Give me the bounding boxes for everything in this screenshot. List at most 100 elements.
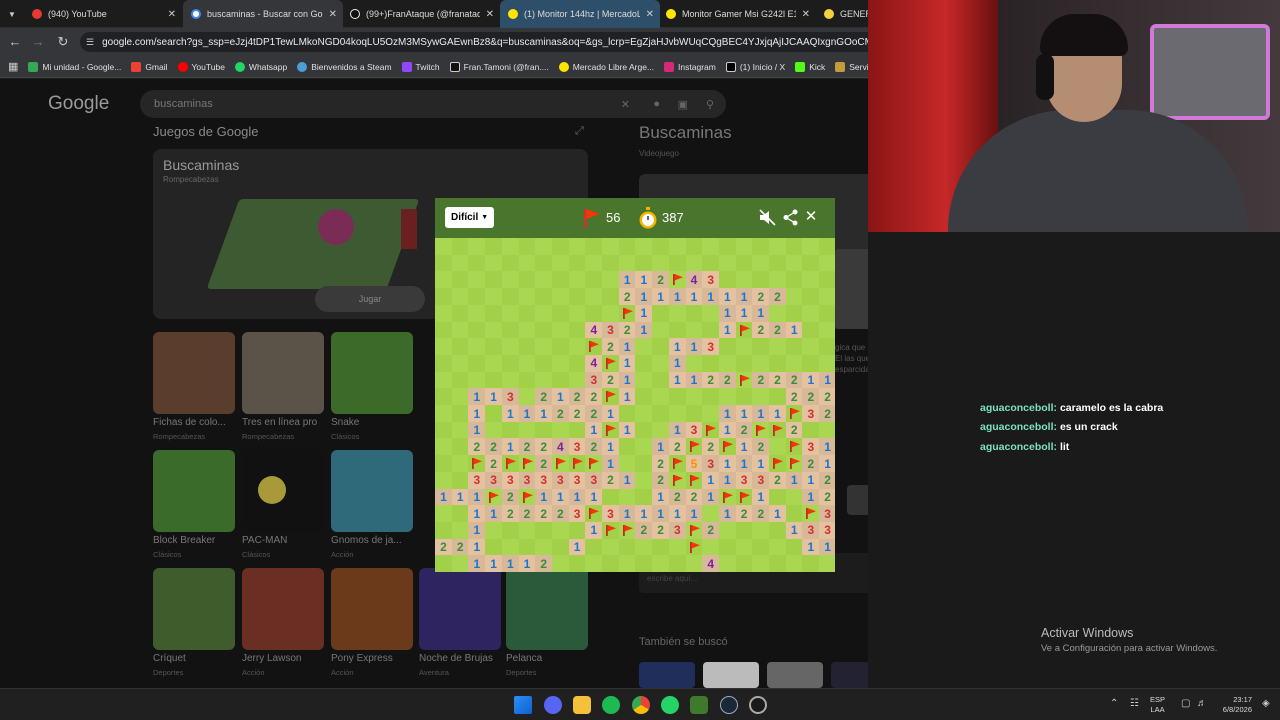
covered-cell[interactable] bbox=[635, 471, 653, 489]
covered-cell[interactable] bbox=[718, 338, 736, 356]
covered-cell[interactable] bbox=[551, 354, 569, 372]
game-card-fichas[interactable] bbox=[153, 332, 235, 414]
covered-cell[interactable] bbox=[785, 538, 803, 556]
number-cell[interactable]: 3 bbox=[501, 471, 519, 489]
covered-cell[interactable] bbox=[435, 388, 452, 406]
number-cell[interactable]: 2 bbox=[819, 488, 835, 506]
covered-cell[interactable] bbox=[668, 321, 686, 339]
covered-cell[interactable] bbox=[518, 371, 536, 389]
covered-cell[interactable] bbox=[451, 388, 469, 406]
flag-cell[interactable] bbox=[468, 455, 486, 473]
covered-cell[interactable] bbox=[652, 254, 670, 272]
covered-cell[interactable] bbox=[802, 321, 820, 339]
bookmark-drive[interactable]: Mi unidad - Google... bbox=[28, 61, 121, 72]
search-icon[interactable]: ⚲ bbox=[706, 98, 714, 111]
covered-cell[interactable] bbox=[435, 338, 452, 356]
number-cell[interactable]: 1 bbox=[551, 388, 569, 406]
number-cell[interactable]: 2 bbox=[702, 521, 720, 539]
covered-cell[interactable] bbox=[602, 254, 619, 272]
covered-cell[interactable] bbox=[435, 271, 452, 289]
number-cell[interactable]: 1 bbox=[468, 405, 486, 422]
number-cell[interactable]: 2 bbox=[568, 388, 586, 406]
covered-cell[interactable] bbox=[451, 455, 469, 473]
number-cell[interactable]: 2 bbox=[785, 371, 803, 389]
number-cell[interactable]: 3 bbox=[568, 471, 586, 489]
covered-cell[interactable] bbox=[635, 238, 653, 255]
covered-cell[interactable] bbox=[802, 338, 820, 356]
covered-cell[interactable] bbox=[769, 521, 786, 539]
covered-cell[interactable] bbox=[535, 238, 553, 255]
number-cell[interactable]: 1 bbox=[618, 354, 636, 372]
covered-cell[interactable] bbox=[652, 405, 670, 422]
number-cell[interactable]: 1 bbox=[652, 488, 670, 506]
minecraft-icon[interactable] bbox=[690, 696, 708, 714]
bookmark-x[interactable]: (1) Inicio / X bbox=[725, 61, 785, 72]
number-cell[interactable]: 3 bbox=[602, 321, 619, 339]
number-cell[interactable]: 2 bbox=[451, 538, 469, 556]
tab-tiktok[interactable]: (99+)FranAtaque (@franataque) ✕ bbox=[342, 0, 500, 28]
covered-cell[interactable] bbox=[451, 338, 469, 356]
number-cell[interactable]: 3 bbox=[468, 471, 486, 489]
number-cell[interactable]: 2 bbox=[718, 371, 736, 389]
covered-cell[interactable] bbox=[718, 354, 736, 372]
flag-cell[interactable] bbox=[769, 455, 786, 473]
covered-cell[interactable] bbox=[635, 338, 653, 356]
spotify-icon[interactable] bbox=[602, 696, 620, 714]
number-cell[interactable]: 4 bbox=[585, 321, 603, 339]
number-cell[interactable]: 2 bbox=[802, 388, 820, 406]
covered-cell[interactable] bbox=[435, 521, 452, 539]
number-cell[interactable]: 1 bbox=[468, 421, 486, 439]
number-cell[interactable]: 3 bbox=[568, 505, 586, 523]
covered-cell[interactable] bbox=[735, 388, 753, 406]
number-cell[interactable]: 1 bbox=[468, 488, 486, 506]
number-cell[interactable]: 3 bbox=[485, 471, 503, 489]
covered-cell[interactable] bbox=[718, 254, 736, 272]
number-cell[interactable]: 2 bbox=[652, 521, 670, 539]
play-button[interactable]: Jugar bbox=[315, 286, 425, 312]
number-cell[interactable]: 1 bbox=[535, 488, 553, 506]
covered-cell[interactable] bbox=[785, 338, 803, 356]
number-cell[interactable]: 2 bbox=[585, 388, 603, 406]
covered-cell[interactable] bbox=[451, 288, 469, 306]
number-cell[interactable]: 2 bbox=[535, 455, 553, 473]
covered-cell[interactable] bbox=[602, 304, 619, 322]
covered-cell[interactable] bbox=[785, 354, 803, 372]
number-cell[interactable]: 1 bbox=[501, 555, 519, 572]
covered-cell[interactable] bbox=[451, 238, 469, 255]
language-indicator[interactable]: ESP LAA bbox=[1150, 695, 1165, 715]
covered-cell[interactable] bbox=[518, 538, 536, 556]
covered-cell[interactable] bbox=[702, 321, 720, 339]
covered-cell[interactable] bbox=[685, 388, 703, 406]
game-card-pacman[interactable] bbox=[242, 450, 324, 532]
covered-cell[interactable] bbox=[752, 338, 770, 356]
covered-cell[interactable] bbox=[501, 354, 519, 372]
covered-cell[interactable] bbox=[518, 254, 536, 272]
network-icon[interactable]: ☷ bbox=[1130, 698, 1139, 709]
number-cell[interactable]: 1 bbox=[752, 405, 770, 422]
number-cell[interactable]: 2 bbox=[435, 538, 452, 556]
number-cell[interactable]: 1 bbox=[718, 421, 736, 439]
covered-cell[interactable] bbox=[769, 238, 786, 255]
bookmark-kick[interactable]: Kick bbox=[795, 61, 825, 72]
number-cell[interactable]: 1 bbox=[752, 488, 770, 506]
clock[interactable]: 23:17 6/8/2026 bbox=[1212, 695, 1252, 715]
flag-cell[interactable] bbox=[602, 521, 619, 539]
covered-cell[interactable] bbox=[769, 388, 786, 406]
covered-cell[interactable] bbox=[485, 538, 503, 556]
covered-cell[interactable] bbox=[551, 555, 569, 572]
game-card-pony-express[interactable] bbox=[331, 568, 413, 650]
covered-cell[interactable] bbox=[518, 521, 536, 539]
covered-cell[interactable] bbox=[618, 455, 636, 473]
number-cell[interactable]: 1 bbox=[618, 388, 636, 406]
number-cell[interactable]: 1 bbox=[468, 505, 486, 523]
covered-cell[interactable] bbox=[435, 288, 452, 306]
number-cell[interactable]: 1 bbox=[618, 338, 636, 356]
covered-cell[interactable] bbox=[752, 555, 770, 572]
covered-cell[interactable] bbox=[518, 354, 536, 372]
covered-cell[interactable] bbox=[668, 388, 686, 406]
number-cell[interactable]: 2 bbox=[602, 338, 619, 356]
flag-cell[interactable] bbox=[685, 521, 703, 539]
number-cell[interactable]: 1 bbox=[668, 338, 686, 356]
covered-cell[interactable] bbox=[518, 421, 536, 439]
flag-cell[interactable] bbox=[685, 471, 703, 489]
